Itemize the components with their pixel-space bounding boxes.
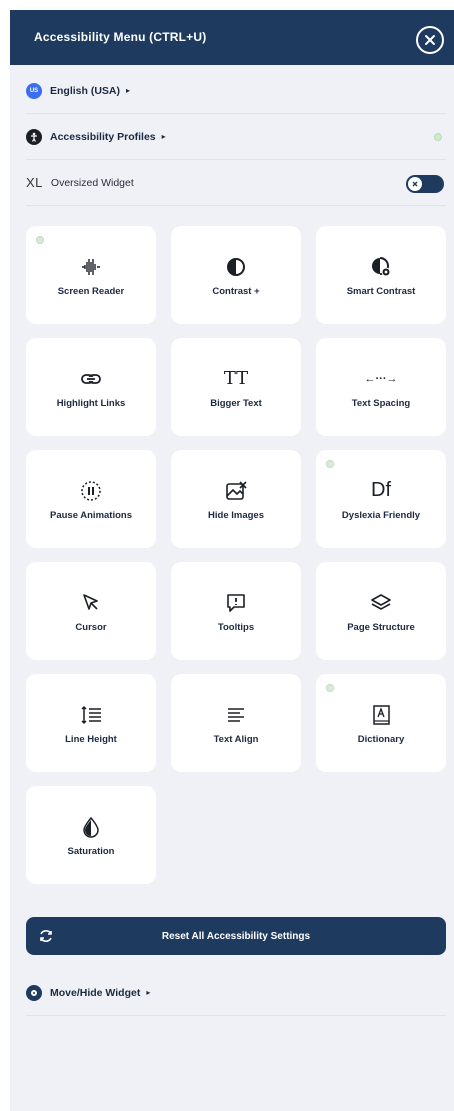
cursor-icon (78, 590, 104, 616)
panel-header: Accessibility Menu (CTRL+U) (10, 10, 454, 65)
tile-label: Page Structure (347, 621, 415, 633)
tile-tooltips[interactable]: Tooltips (171, 562, 301, 660)
info-icon[interactable] (36, 236, 44, 244)
oversized-toggle[interactable] (406, 175, 444, 193)
tile-label: Contrast + (212, 285, 260, 297)
tile-screen-reader[interactable]: Screen Reader (26, 226, 156, 324)
info-icon[interactable] (434, 133, 442, 141)
panel-title: Accessibility Menu (CTRL+U) (34, 30, 207, 44)
dictionary-icon (368, 702, 394, 728)
tile-label: Screen Reader (57, 285, 125, 297)
smart-contrast-icon (368, 254, 394, 280)
language-label: English (USA) (50, 84, 120, 97)
close-button[interactable] (416, 26, 444, 54)
tile-label: Line Height (65, 733, 117, 745)
move-hide-widget[interactable]: Move/Hide Widget ▸ (26, 970, 446, 1016)
tile-label: Bigger Text (210, 397, 262, 409)
pause-icon (78, 478, 104, 504)
accessibility-profiles[interactable]: Accessibility Profiles ▸ (26, 114, 446, 160)
text-spacing-icon: ←···→ (364, 372, 398, 385)
tile-saturation[interactable]: Saturation (26, 786, 156, 884)
language-selector[interactable]: US English (USA) ▸ (26, 68, 446, 114)
caret-right-icon: ▸ (146, 988, 151, 997)
close-icon (425, 35, 435, 45)
tile-contrast[interactable]: Contrast + (171, 226, 301, 324)
tile-smart-contrast[interactable]: Smart Contrast (316, 226, 446, 324)
reset-button[interactable]: Reset All Accessibility Settings (26, 917, 446, 955)
tile-label: Cursor (75, 621, 107, 633)
tile-text-align[interactable]: Text Align (171, 674, 301, 772)
tooltip-icon (223, 590, 249, 616)
tile-text-spacing[interactable]: ←···→ Text Spacing (316, 338, 446, 436)
caret-right-icon: ▸ (126, 86, 131, 95)
move-widget-icon (26, 984, 42, 1001)
accessibility-panel: Accessibility Menu (CTRL+U) US English (… (10, 10, 454, 1111)
tile-label: Text Spacing (351, 397, 411, 409)
link-icon (78, 366, 104, 392)
tile-page-structure[interactable]: Page Structure (316, 562, 446, 660)
info-icon[interactable] (326, 684, 334, 692)
contrast-icon (223, 254, 249, 280)
info-icon[interactable] (326, 460, 334, 468)
hide-image-icon (223, 478, 249, 504)
layers-icon (368, 590, 394, 616)
tile-label: Hide Images (208, 509, 264, 521)
move-label: Move/Hide Widget (50, 986, 141, 999)
tile-label: Smart Contrast (346, 285, 416, 297)
accessibility-person-icon (26, 128, 42, 145)
tile-label: Dyslexia Friendly (341, 509, 421, 521)
dyslexia-icon: Df (371, 479, 391, 501)
sound-wave-icon (78, 254, 104, 280)
tile-label: Highlight Links (56, 397, 126, 409)
oversized-label: Oversized Widget (50, 176, 134, 189)
tile-line-height[interactable]: Line Height (26, 674, 156, 772)
profiles-label: Accessibility Profiles (50, 130, 156, 143)
tile-highlight-links[interactable]: Highlight Links (26, 338, 156, 436)
bigger-text-icon: TT (223, 368, 249, 389)
tile-label: Dictionary (357, 733, 405, 745)
tile-pause-animations[interactable]: Pause Animations (26, 450, 156, 548)
tile-label: Text Align (213, 733, 259, 745)
tile-bigger-text[interactable]: TT Bigger Text (171, 338, 301, 436)
text-align-icon (223, 702, 249, 728)
us-flag-icon: US (26, 82, 42, 99)
tile-hide-images[interactable]: Hide Images (171, 450, 301, 548)
line-height-icon (78, 702, 104, 728)
tile-label: Saturation (67, 845, 115, 857)
tile-dictionary[interactable]: Dictionary (316, 674, 446, 772)
tile-label: Tooltips (217, 621, 255, 633)
reset-label: Reset All Accessibility Settings (161, 930, 311, 942)
tile-dyslexia-friendly[interactable]: Df Dyslexia Friendly (316, 450, 446, 548)
oversized-widget-row: XL Oversized Widget (26, 160, 446, 206)
tile-label: Pause Animations (49, 509, 132, 521)
caret-right-icon: ▸ (161, 132, 166, 141)
tile-cursor[interactable]: Cursor (26, 562, 156, 660)
xl-icon: XL (26, 175, 43, 190)
drop-icon (78, 814, 104, 840)
toggle-off-icon (408, 177, 422, 191)
